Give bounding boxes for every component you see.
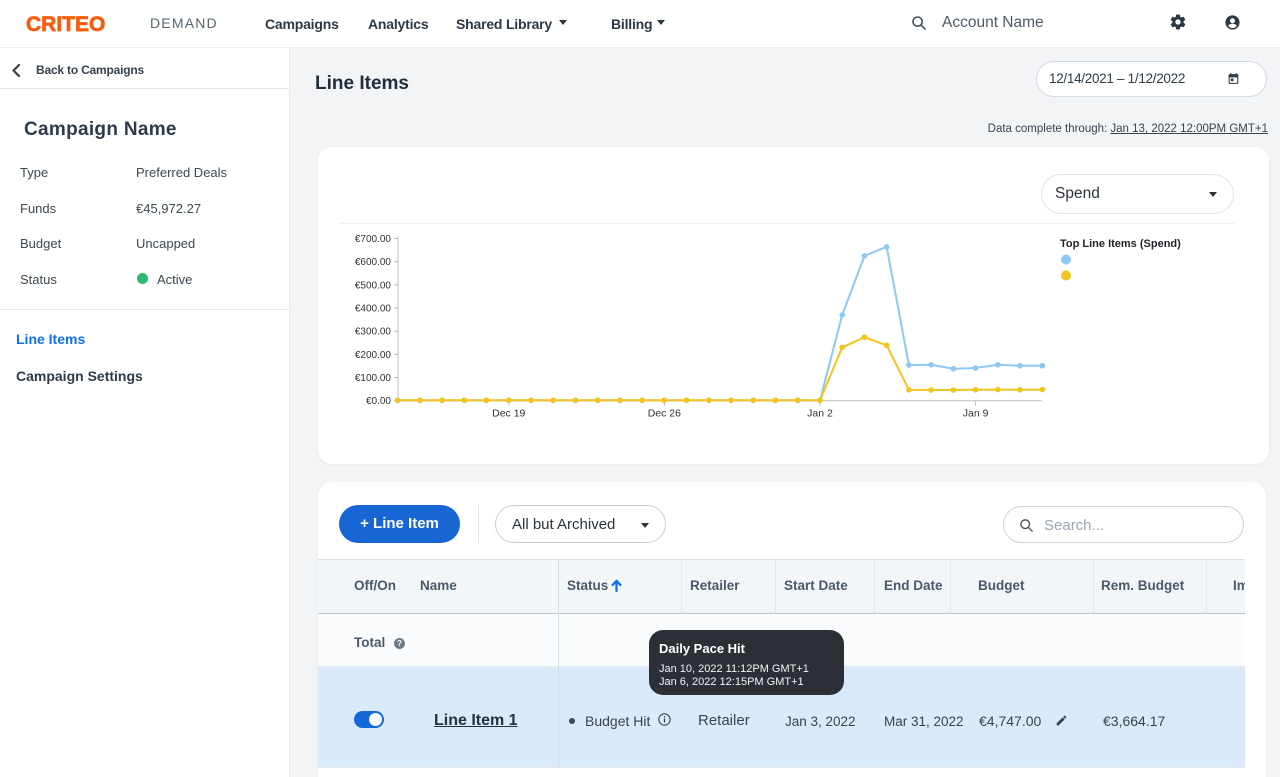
svg-text:Dec 26: Dec 26 bbox=[648, 408, 681, 420]
svg-text:€300.00: €300.00 bbox=[355, 327, 392, 338]
svg-text:Jan 2: Jan 2 bbox=[807, 408, 833, 420]
svg-text:€600.00: €600.00 bbox=[355, 257, 392, 268]
svg-text:Top Line Items (Spend): Top Line Items (Spend) bbox=[1060, 238, 1181, 250]
svg-text:€500.00: €500.00 bbox=[355, 280, 392, 291]
svg-text:Dec 19: Dec 19 bbox=[492, 408, 525, 420]
svg-text:€700.00: €700.00 bbox=[355, 234, 392, 245]
svg-text:€200.00: €200.00 bbox=[355, 350, 392, 361]
svg-text:€0.00: €0.00 bbox=[366, 396, 391, 407]
svg-text:Jan 9: Jan 9 bbox=[963, 408, 989, 420]
svg-text:€100.00: €100.00 bbox=[355, 373, 392, 384]
svg-text:€400.00: €400.00 bbox=[355, 304, 392, 315]
